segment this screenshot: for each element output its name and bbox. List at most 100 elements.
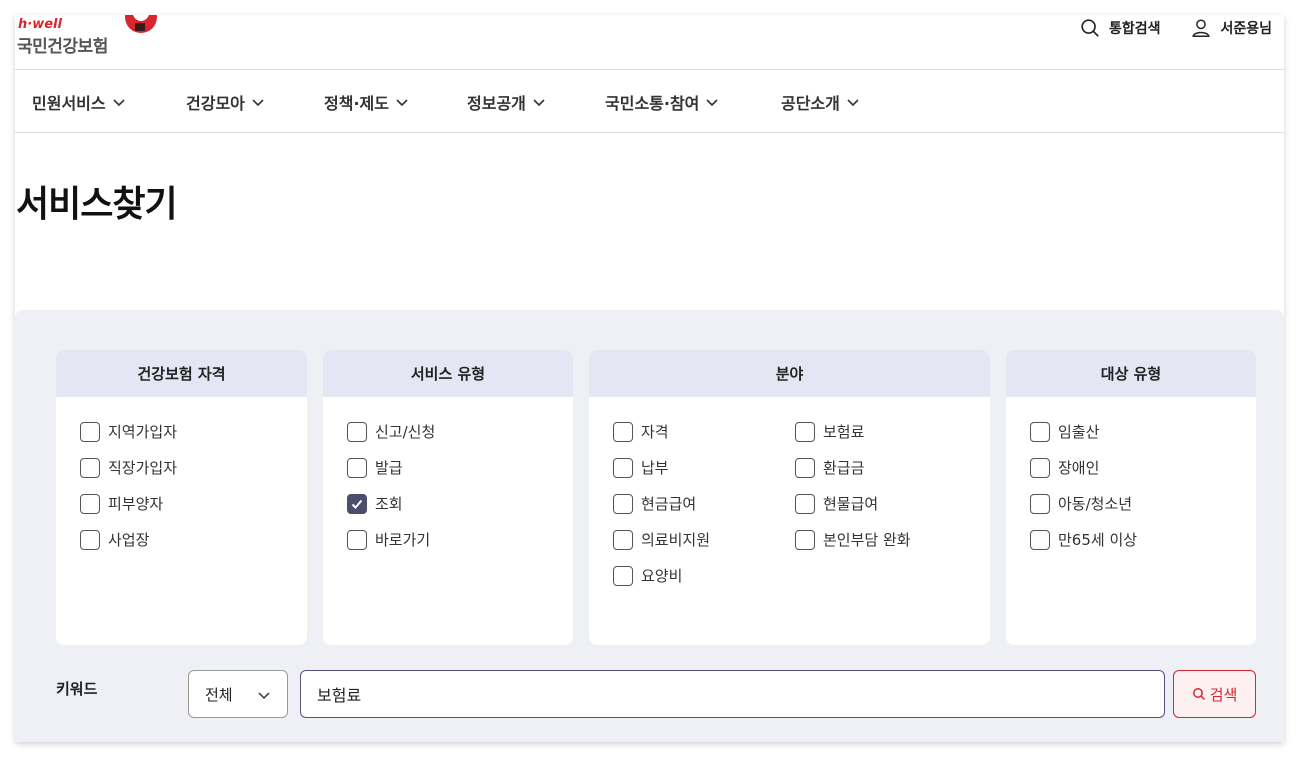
checkbox-box[interactable] [613, 529, 633, 550]
checkbox-box[interactable] [795, 457, 815, 478]
checkbox-box[interactable] [613, 493, 633, 514]
checkbox-box[interactable] [613, 565, 633, 586]
user-name-label: 서준용님 [1220, 21, 1272, 37]
keyword-scope-select[interactable]: 전체 [188, 670, 288, 718]
panel-title: 건강보험 자격 [56, 350, 307, 397]
checkbox-box-checked[interactable] [347, 493, 367, 514]
checkbox-label: 의료비지원 [641, 531, 711, 549]
checkbox-label: 사업장 [108, 531, 150, 549]
checkbox-youth[interactable]: 아동/청소년 [1030, 493, 1132, 514]
chevron-down-icon [533, 98, 545, 106]
checkbox-workplace[interactable]: 사업장 [80, 529, 149, 550]
checkbox-report-apply[interactable]: 신고/신청 [347, 421, 435, 442]
checkbox-box[interactable] [795, 529, 815, 550]
main-navigation: 민원서비스 건강모아 정책·제도 정보공개 국민소통·참여 공단소개 [15, 70, 1284, 133]
site-header: h·well 국민건강보험 통합검색 서준용님 [15, 15, 1284, 70]
checkbox-disabled[interactable]: 장애인 [1030, 457, 1099, 478]
nav-communication[interactable]: 국민소통·참여 [605, 70, 719, 133]
checkbox-issuance[interactable]: 발급 [347, 457, 403, 478]
chevron-down-icon [258, 692, 270, 700]
checkbox-box[interactable] [347, 457, 367, 478]
checkbox-premium[interactable]: 보험료 [795, 421, 864, 442]
nav-label: 정책·제도 [324, 93, 389, 113]
checkbox-box[interactable] [80, 529, 100, 550]
checkbox-label: 발급 [375, 459, 403, 477]
checkbox-label: 자격 [641, 423, 669, 441]
checkbox-box[interactable] [1030, 457, 1050, 478]
panel-title: 서비스 유형 [323, 350, 573, 397]
nav-about[interactable]: 공단소개 [781, 70, 860, 133]
nav-health-moa[interactable]: 건강모아 [186, 70, 265, 133]
keyword-label: 키워드 [56, 680, 98, 698]
search-button[interactable]: 검색 [1173, 670, 1256, 718]
brand-text: h·well [18, 17, 62, 32]
checkbox-dependent[interactable]: 피부양자 [80, 493, 163, 514]
checkbox-inquiry[interactable]: 조회 [347, 493, 403, 514]
checkbox-label: 본인부담 완화 [823, 531, 911, 549]
checkbox-qualification[interactable]: 자격 [613, 421, 669, 442]
checkbox-label: 만65세 이상 [1058, 531, 1138, 549]
checkmark-icon [351, 499, 363, 509]
checkbox-box[interactable] [347, 529, 367, 550]
checkbox-box[interactable] [613, 421, 633, 442]
checkbox-box[interactable] [613, 457, 633, 478]
filter-area: 건강보험 자격 지역가입자 직장가입자 피부양자 사업장 서비스 유형 신고/신… [15, 310, 1284, 742]
nav-label: 건강모아 [186, 93, 245, 113]
checkbox-cash-benefit[interactable]: 현금급여 [613, 493, 696, 514]
checkbox-label: 보험료 [823, 423, 865, 441]
integrated-search-link[interactable]: 통합검색 [1079, 17, 1160, 39]
nav-civil-service[interactable]: 민원서비스 [32, 70, 126, 133]
checkbox-label: 장애인 [1058, 459, 1100, 477]
nav-label: 국민소통·참여 [605, 93, 700, 113]
user-menu[interactable]: 서준용님 [1190, 17, 1272, 39]
chevron-down-icon [396, 98, 408, 106]
checkbox-payment[interactable]: 납부 [613, 457, 669, 478]
checkbox-box[interactable] [347, 421, 367, 442]
checkbox-label: 현금급여 [641, 495, 697, 513]
checkbox-senior[interactable]: 만65세 이상 [1030, 529, 1137, 550]
select-value: 전체 [205, 685, 233, 704]
panel-options: 지역가입자 직장가입자 피부양자 사업장 [56, 397, 307, 550]
chevron-down-icon [706, 98, 718, 106]
page-frame: h·well 국민건강보험 통합검색 서준용님 민원서비스 건강모아 정책·제도… [15, 15, 1284, 742]
panel-field: 분야 자격 보험료 납부 환급금 현금급여 현물급여 의료비지원 본인부담 완화… [589, 350, 990, 645]
checkbox-in-kind-benefit[interactable]: 현물급여 [795, 493, 878, 514]
org-name: 국민건강보험 [17, 37, 108, 57]
search-icon [1192, 688, 1205, 701]
keyword-input[interactable] [300, 670, 1165, 718]
site-logo[interactable]: h·well 국민건강보험 [17, 15, 167, 65]
chevron-down-icon [847, 98, 859, 106]
checkbox-shortcut[interactable]: 바로가기 [347, 529, 430, 550]
search-icon [1081, 19, 1099, 37]
checkbox-box[interactable] [1030, 529, 1050, 550]
panel-title: 분야 [589, 350, 990, 397]
checkbox-box[interactable] [80, 493, 100, 514]
checkbox-pregnancy[interactable]: 임출산 [1030, 421, 1099, 442]
panel-options: 신고/신청 발급 조회 바로가기 [323, 397, 573, 550]
checkbox-label: 납부 [641, 459, 669, 477]
panel-options: 임출산 장애인 아동/청소년 만65세 이상 [1006, 397, 1256, 550]
checkbox-care-cost[interactable]: 요양비 [613, 565, 682, 586]
checkbox-label: 피부양자 [108, 495, 164, 513]
checkbox-medical-support[interactable]: 의료비지원 [613, 529, 710, 550]
checkbox-box[interactable] [1030, 421, 1050, 442]
checkbox-copay-relief[interactable]: 본인부담 완화 [795, 529, 911, 550]
nav-policy[interactable]: 정책·제도 [324, 70, 409, 133]
checkbox-regional-subscriber[interactable]: 지역가입자 [80, 421, 177, 442]
checkbox-box[interactable] [80, 421, 100, 442]
search-button-label: 검색 [1209, 685, 1238, 704]
checkbox-box[interactable] [1030, 493, 1050, 514]
checkbox-box[interactable] [80, 457, 100, 478]
user-icon [1192, 19, 1211, 37]
panel-title: 대상 유형 [1006, 350, 1256, 397]
chevron-down-icon [252, 98, 264, 106]
checkbox-employee-subscriber[interactable]: 직장가입자 [80, 457, 177, 478]
checkbox-label: 바로가기 [375, 531, 431, 549]
nav-label: 공단소개 [781, 93, 840, 113]
utility-menu: 통합검색 서준용님 [1079, 15, 1272, 41]
page-title: 서비스찾기 [16, 184, 178, 225]
nav-info-disclosure[interactable]: 정보공개 [467, 70, 546, 133]
checkbox-box[interactable] [795, 493, 815, 514]
checkbox-box[interactable] [795, 421, 815, 442]
checkbox-refund[interactable]: 환급금 [795, 457, 864, 478]
